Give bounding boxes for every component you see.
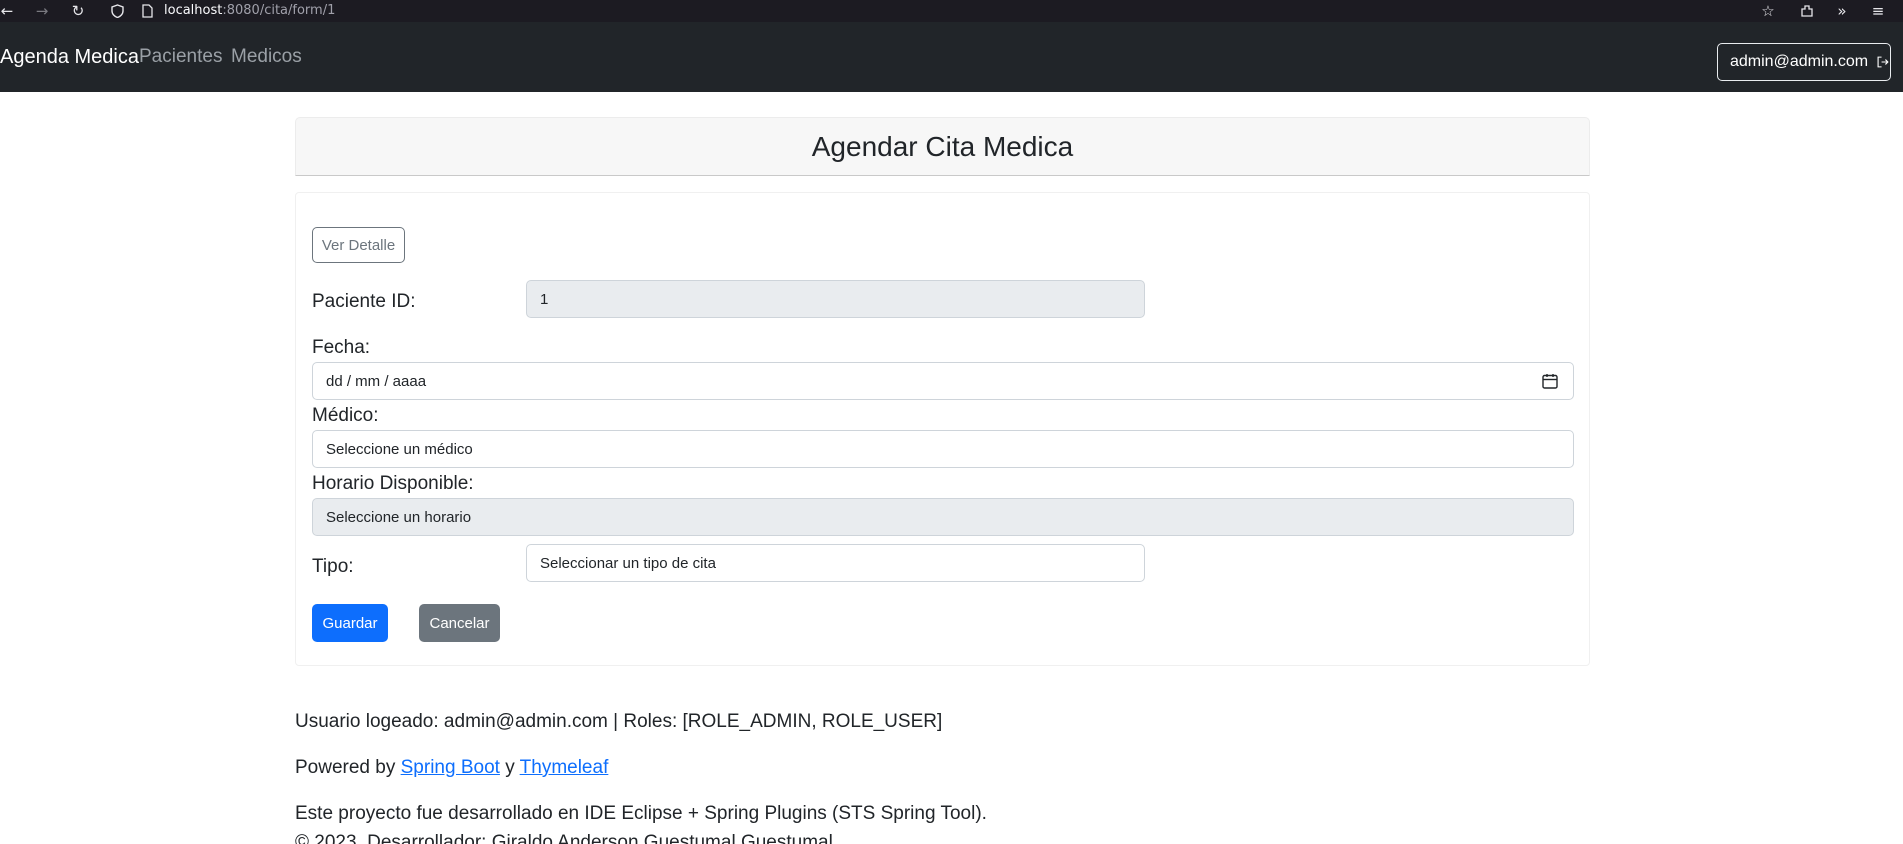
url-bar[interactable]: localhost:8080/cita/form/1: [164, 0, 335, 22]
extensions-icon[interactable]: [1797, 0, 1817, 22]
forward-arrow-icon[interactable]: →: [34, 0, 50, 22]
navbar: Agenda Medica Pacientes Medicos: [0, 22, 1903, 92]
paciente-id-value: 1: [540, 290, 549, 308]
menu-icon[interactable]: ≡: [1868, 0, 1888, 22]
page-icon: [139, 0, 155, 22]
logout-icon: [1877, 56, 1889, 68]
user-email: admin@admin.com: [1730, 53, 1869, 70]
page-title: Agendar Cita Medica: [811, 131, 1074, 162]
nav-link-medicos[interactable]: Medicos: [231, 22, 302, 92]
fecha-date-input[interactable]: dd / mm / aaaa: [312, 362, 1574, 400]
card-body: [295, 192, 1590, 666]
copyright-text: © 2023, Desarrollador: Giraldo Anderson …: [295, 832, 833, 844]
card-header: Agendar Cita Medica: [295, 117, 1590, 176]
tipo-label: Tipo:: [312, 556, 354, 577]
project-info-text: Este proyecto fue desarrollado en IDE Ec…: [295, 803, 987, 824]
reload-icon[interactable]: ↻: [70, 0, 86, 22]
user-logout-button[interactable]: admin@admin.com: [1717, 43, 1891, 81]
fecha-label: Fecha:: [312, 337, 371, 358]
cancel-button[interactable]: Cancelar: [419, 604, 500, 642]
save-button[interactable]: Guardar: [312, 604, 388, 642]
spring-boot-link[interactable]: Spring Boot: [401, 757, 500, 778]
url-path: :8080/cita/form/1: [222, 3, 336, 18]
view-detail-button[interactable]: Ver Detalle: [312, 227, 405, 263]
powered-prefix: Powered by: [295, 757, 401, 778]
tipo-select[interactable]: Seleccionar un tipo de cita: [526, 544, 1145, 582]
tipo-selected-value: Seleccionar un tipo de cita: [540, 554, 716, 572]
horario-label: Horario Disponible:: [312, 473, 474, 494]
browser-toolbar: ← → ↻ localhost:8080/cita/form/1 ☆ » ≡: [0, 0, 1903, 22]
medico-selected-value: Seleccione un médico: [326, 440, 473, 458]
medico-label: Médico:: [312, 405, 379, 426]
url-host: localhost: [164, 3, 223, 18]
shield-icon[interactable]: [109, 0, 125, 22]
paciente-id-input[interactable]: 1: [526, 280, 1145, 318]
medico-select[interactable]: Seleccione un médico: [312, 430, 1574, 468]
powered-and: y: [499, 757, 520, 778]
horario-select[interactable]: Seleccione un horario: [312, 498, 1574, 536]
calendar-icon[interactable]: [1541, 372, 1559, 390]
fecha-placeholder: dd / mm / aaaa: [326, 372, 427, 390]
nav-link-pacientes[interactable]: Pacientes: [139, 22, 222, 92]
overflow-chevron-icon[interactable]: »: [1832, 0, 1852, 22]
back-arrow-icon[interactable]: ←: [0, 0, 14, 22]
powered-by-line: Powered by Spring Boot y Thymeleaf: [295, 757, 608, 779]
paciente-label: Paciente ID:: [312, 291, 416, 312]
bookmark-star-icon[interactable]: ☆: [1758, 0, 1778, 22]
horario-selected-value: Seleccione un horario: [326, 508, 472, 526]
navbar-brand[interactable]: Agenda Medica: [0, 22, 139, 92]
thymeleaf-link[interactable]: Thymeleaf: [520, 757, 609, 778]
logged-user-text: Usuario logeado: admin@admin.com | Roles…: [295, 711, 943, 732]
